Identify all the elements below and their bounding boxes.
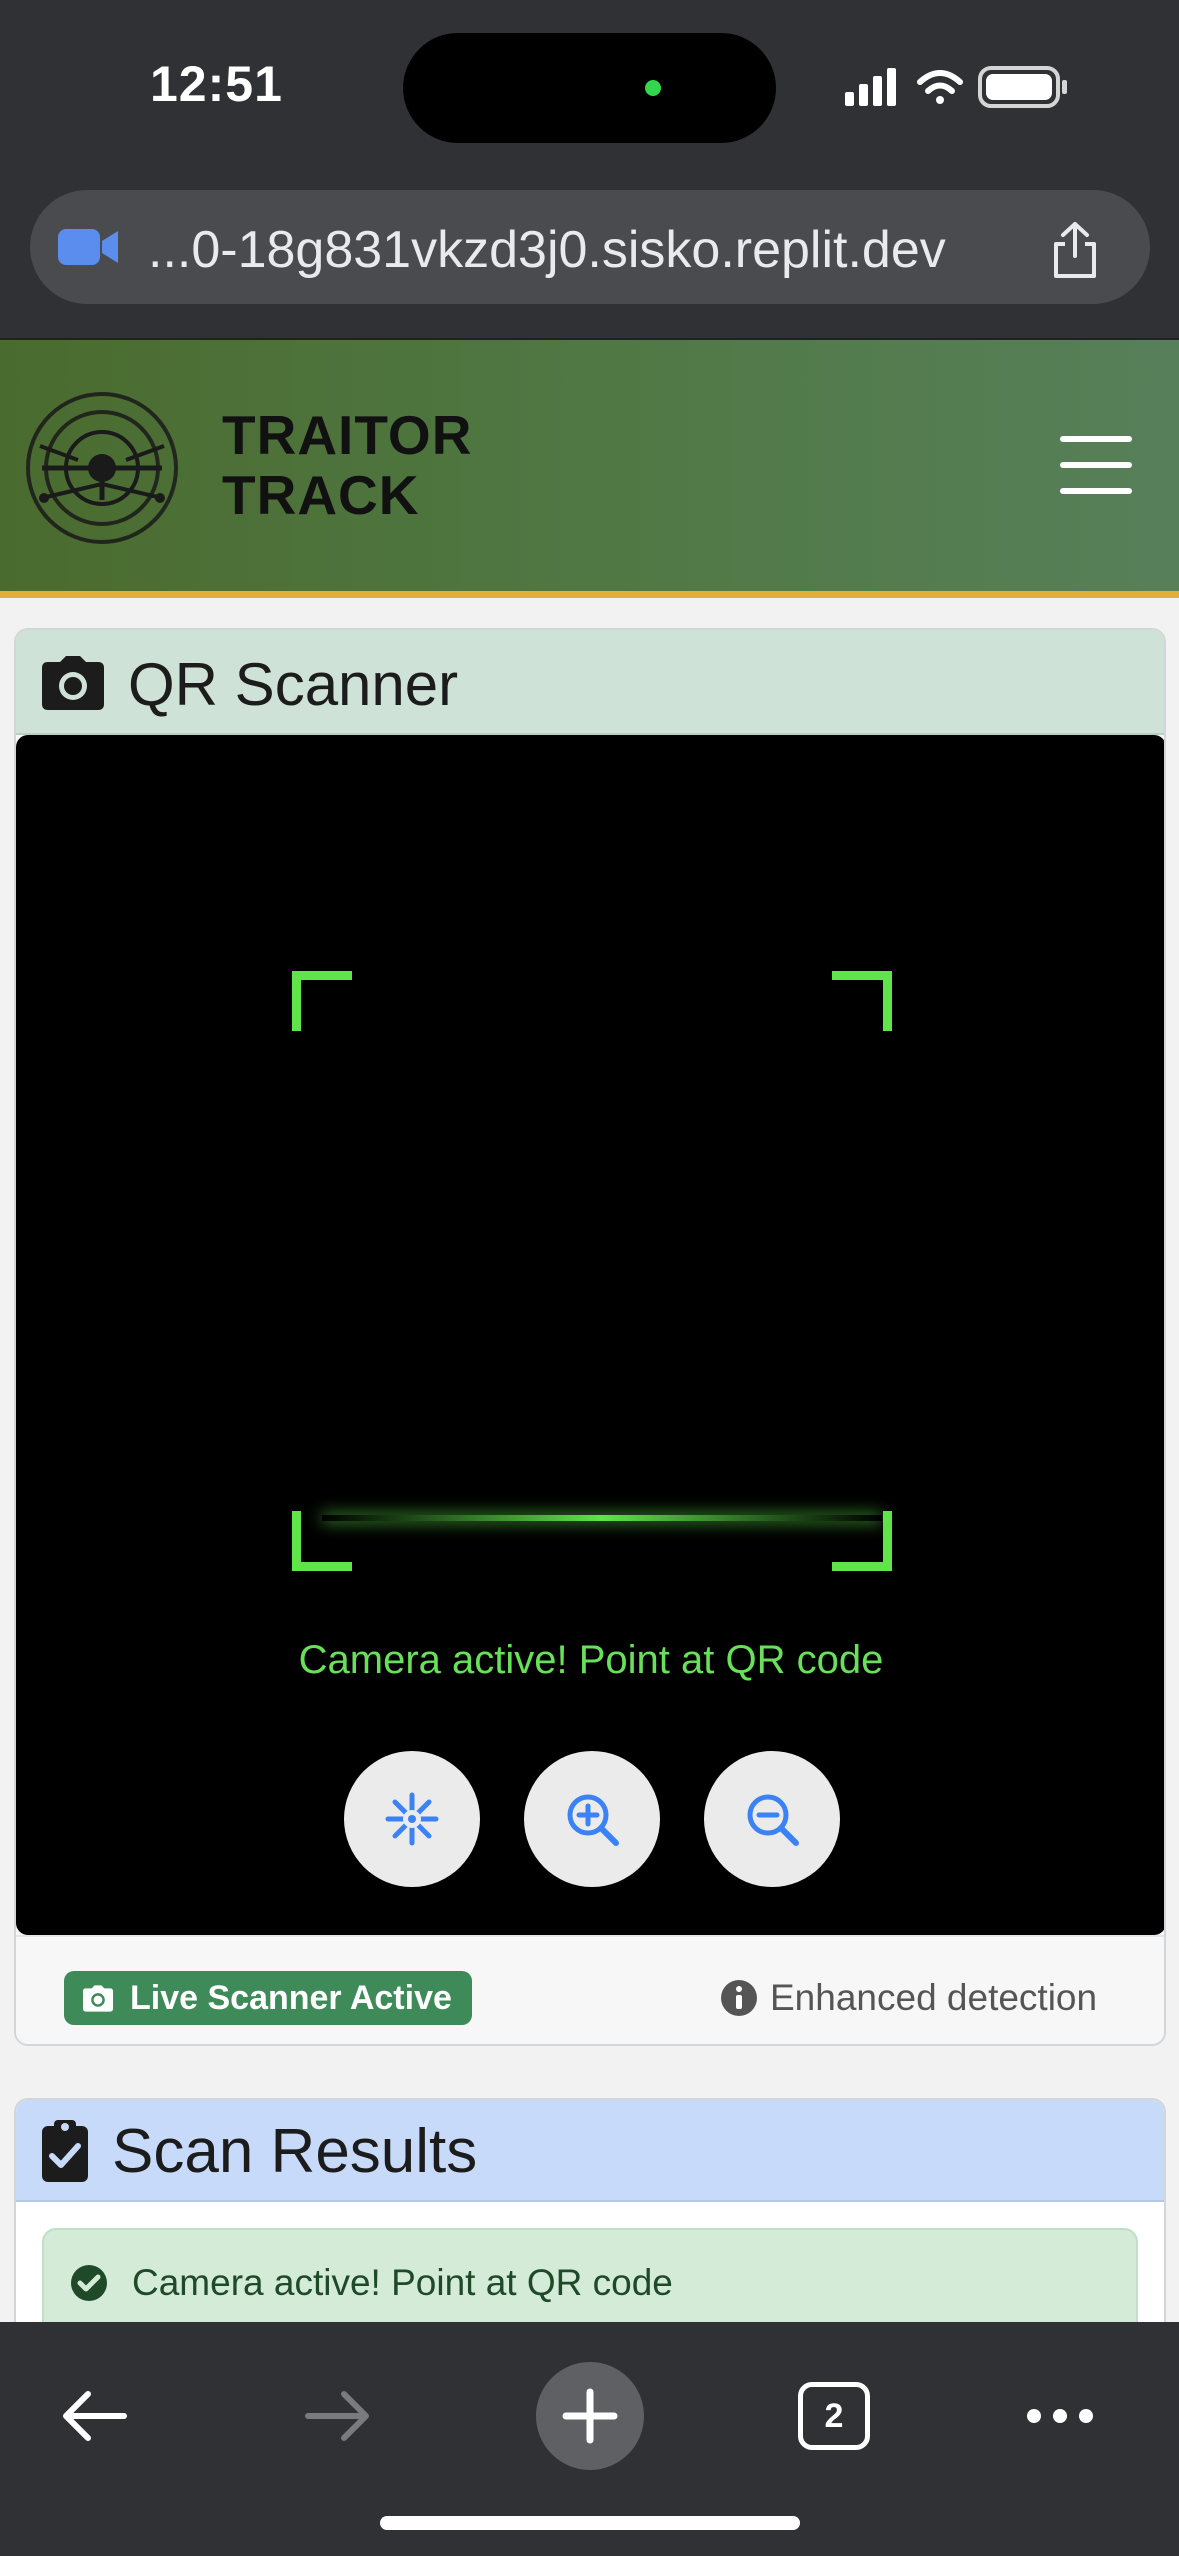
scanner-card: QR Scanner Camera active! Point at QR co… (14, 628, 1166, 2046)
signal-icon (845, 68, 896, 106)
camera-status-text: Camera active! Point at QR code (298, 1638, 884, 1682)
camera-icon (42, 656, 104, 710)
scanner-status-badge: Live Scanner Active (64, 1971, 472, 2025)
scan-frame-corner-top-right (832, 971, 892, 1031)
video-camera-icon[interactable] (56, 223, 122, 269)
forward-arrow-icon[interactable] (302, 2384, 374, 2448)
focus-icon (385, 1792, 439, 1846)
badge-label: Live Scanner Active (130, 1979, 452, 2017)
tab-switcher-button[interactable]: 2 (798, 2382, 870, 2450)
more-options-icon[interactable] (1024, 2406, 1096, 2426)
dynamic-island (403, 33, 776, 143)
camera-viewport[interactable]: Camera active! Point at QR code (16, 735, 1164, 1935)
scanner-title: QR Scanner (128, 651, 459, 718)
camera-icon (82, 1985, 114, 2012)
share-icon[interactable] (1048, 220, 1102, 280)
brand-line-2: TRACK (222, 464, 420, 526)
browser-chrome: ...0-18g831vkzd3j0.sisko.replit.dev (0, 175, 1179, 340)
scanner-card-header: QR Scanner (16, 630, 1164, 735)
scan-status-message: Camera active! Point at QR code (132, 2262, 673, 2303)
zoom-out-icon (747, 1794, 799, 1846)
menu-button[interactable] (1060, 436, 1132, 494)
url-text[interactable]: ...0-18g831vkzd3j0.sisko.replit.dev (148, 220, 946, 280)
status-time: 12:51 (150, 56, 283, 112)
traitor-track-logo[interactable] (22, 388, 182, 548)
new-tab-button[interactable] (536, 2362, 644, 2470)
scanner-card-footer: Live Scanner Active Enhanced detection (16, 1935, 1164, 2044)
battery-icon (978, 66, 1067, 108)
check-circle-icon (71, 2265, 107, 2301)
scan-frame-corner-top-left (292, 971, 352, 1031)
clipboard-check-icon (42, 2120, 88, 2182)
wifi-icon (917, 70, 963, 104)
back-arrow-icon[interactable] (58, 2384, 130, 2448)
app-header: TRAITOR TRACK (0, 340, 1179, 598)
zoom-out-button[interactable] (704, 1751, 840, 1887)
status-bar: 12:51 (0, 0, 1179, 175)
plus-icon (562, 2388, 618, 2444)
zoom-in-button[interactable] (524, 1751, 660, 1887)
focus-button[interactable] (344, 1751, 480, 1887)
brand-name[interactable]: TRAITOR TRACK (222, 405, 472, 525)
scan-line (322, 1515, 882, 1521)
home-indicator[interactable] (380, 2516, 800, 2530)
address-bar[interactable]: ...0-18g831vkzd3j0.sisko.replit.dev (30, 190, 1150, 304)
zoom-in-icon (567, 1794, 619, 1846)
scan-results-header: Scan Results (16, 2100, 1164, 2202)
camera-indicator-dot (645, 80, 661, 96)
system-status-icons (845, 66, 1067, 108)
hamburger-icon (1060, 436, 1132, 442)
info-text: Enhanced detection (770, 1977, 1098, 2018)
info-icon (721, 1980, 757, 2016)
scan-results-title: Scan Results (112, 2117, 478, 2186)
brand-line-1: TRAITOR (222, 404, 473, 466)
